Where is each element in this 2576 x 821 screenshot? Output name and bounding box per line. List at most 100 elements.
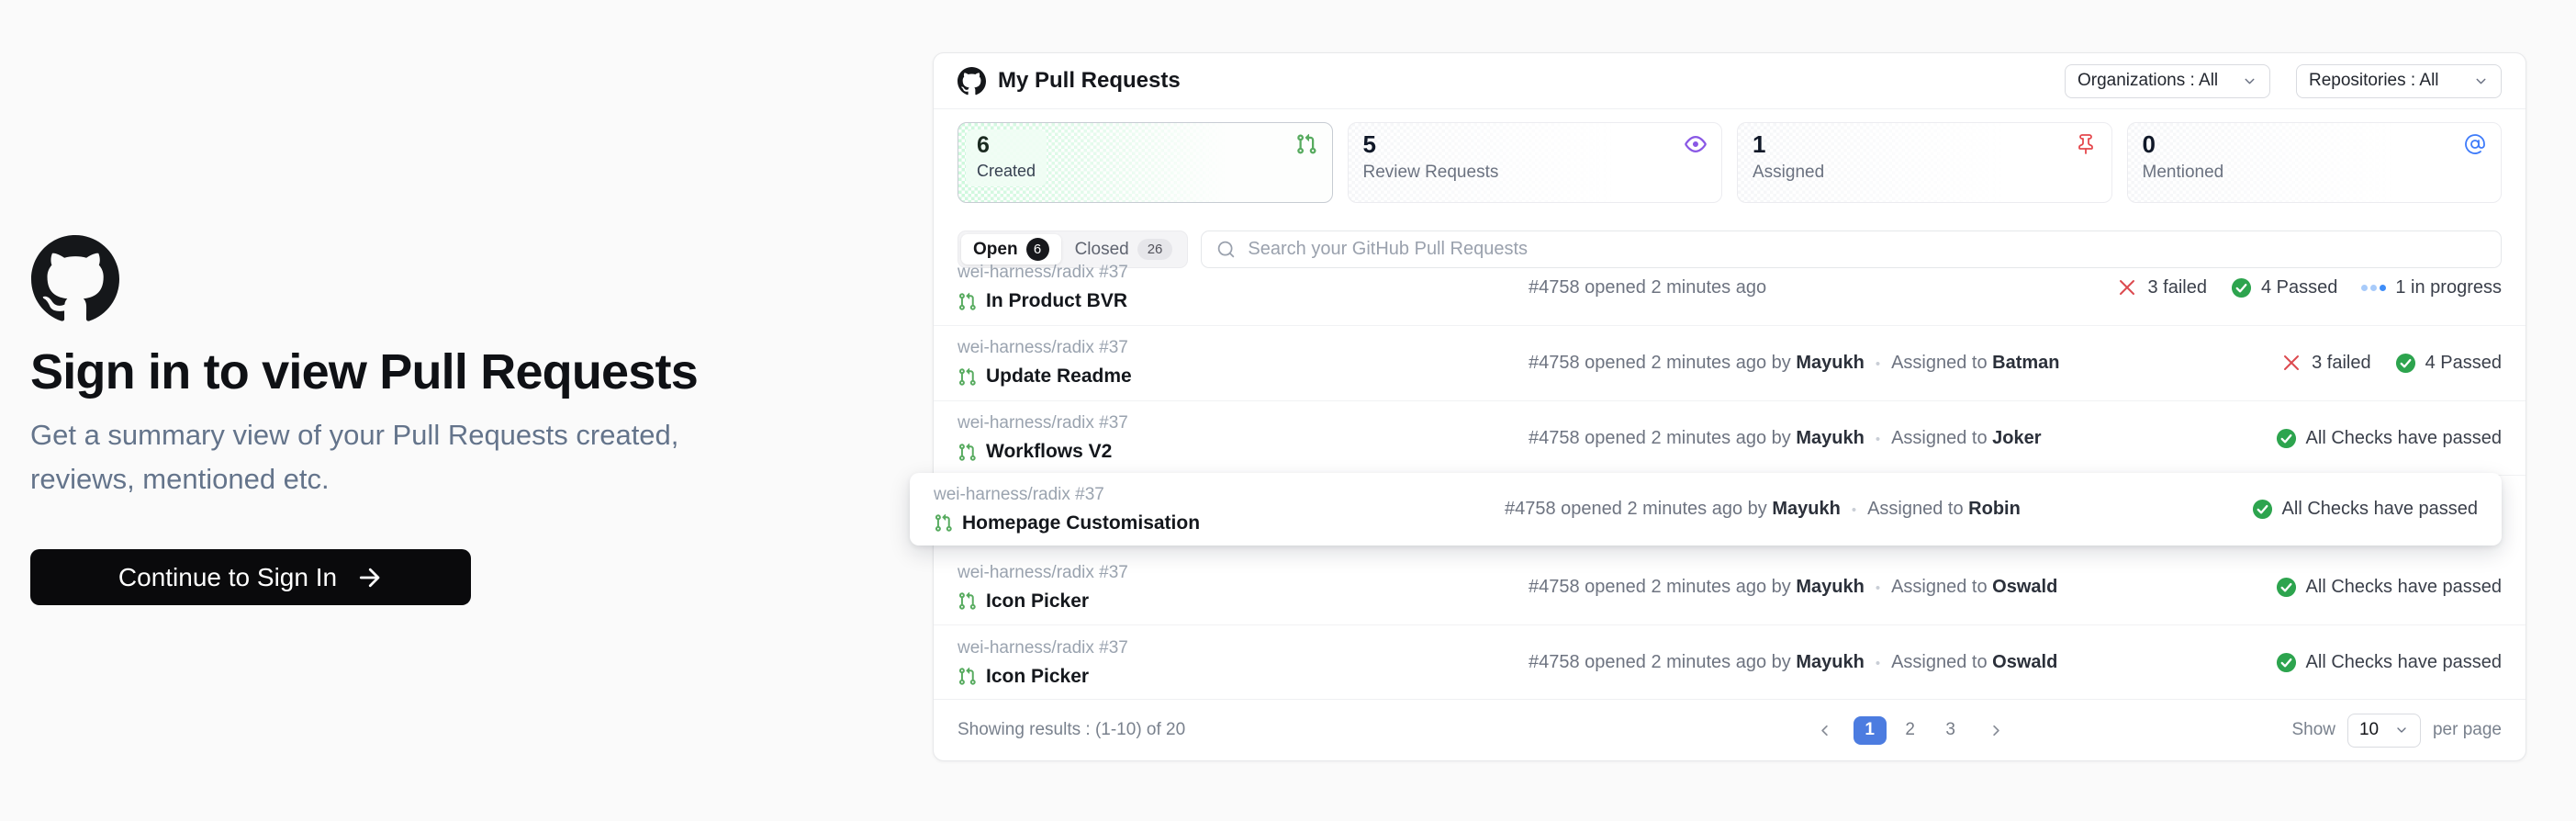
meta-separator-dot: •	[1876, 356, 1880, 372]
pr-title: Icon Picker	[986, 590, 1089, 613]
check-label: All Checks have passed	[2282, 499, 2478, 520]
pr-assignee: Oswald	[1992, 577, 2057, 597]
check-circle-icon	[2276, 428, 2297, 449]
panel-header: My Pull Requests Organizations : All Rep…	[934, 53, 2526, 109]
pr-title: Workflows V2	[986, 441, 1112, 463]
repositories-filter-label: Repositories : All	[2309, 71, 2439, 91]
pull-request-icon	[1295, 133, 1317, 155]
pr-checks: All Checks have passed	[2252, 499, 2502, 520]
pull-request-icon	[958, 667, 977, 686]
pagination: 123	[1529, 716, 2291, 745]
pr-repo-name: wei-harness/radix #37	[958, 563, 1529, 583]
stat-card-assigned[interactable]: 1 Assigned	[1737, 122, 2112, 203]
chevron-down-icon	[2242, 73, 2257, 89]
pr-meta: #4758 opened 2 minutes ago by Mayukh•Ass…	[1529, 652, 2276, 673]
created-count: 6	[977, 133, 1036, 159]
pr-row[interactable]: wei-harness/radix #37 Icon Picker #4758 …	[934, 625, 2526, 700]
next-page-button[interactable]	[1988, 722, 2005, 739]
page-button-2[interactable]: 2	[1894, 716, 1927, 745]
stat-card-mentioned[interactable]: 0 Mentioned	[2127, 122, 2503, 203]
pr-row-left: wei-harness/radix #37 Update Readme	[934, 338, 1529, 388]
pr-author: Mayukh	[1796, 428, 1864, 448]
pr-row[interactable]: wei-harness/radix #37 In Product BVR #47…	[934, 251, 2526, 326]
app-root: { "signin": { "title": "Sign in to view …	[0, 0, 2576, 821]
pr-title: Update Readme	[986, 366, 1132, 388]
continue-signin-label: Continue to Sign In	[118, 563, 337, 592]
repositories-filter-dropdown[interactable]: Repositories : All	[2296, 64, 2502, 98]
meta-separator-dot: •	[1876, 580, 1880, 596]
stats-cards: 6 Created 5 Review Requests 1 Assigned 0…	[958, 122, 2502, 203]
pr-row[interactable]: wei-harness/radix #37 Update Readme #475…	[934, 326, 2526, 401]
pr-author: Mayukh	[1772, 499, 1840, 519]
mentioned-count: 0	[2143, 131, 2487, 158]
check-label: All Checks have passed	[2306, 577, 2502, 598]
signin-section: Sign in to view Pull Requests Get a summ…	[30, 235, 792, 605]
per-page-label: per page	[2433, 720, 2502, 740]
assigned-label: Assigned	[1753, 163, 2097, 183]
previous-page-button[interactable]	[1816, 722, 1833, 739]
pr-row-left: wei-harness/radix #37 Icon Picker	[934, 638, 1529, 688]
pr-title: In Product BVR	[986, 290, 1127, 312]
pr-row[interactable]: wei-harness/radix #37 Icon Picker #4758 …	[934, 550, 2526, 625]
chevron-down-icon	[2394, 723, 2409, 737]
per-page-dropdown[interactable]: 10	[2347, 714, 2421, 748]
pr-checks: All Checks have passed	[2276, 577, 2526, 598]
per-page-controls: Show 10 per page	[2291, 714, 2526, 748]
check-label: 3 failed	[2147, 277, 2207, 298]
passed-check-status: 4 Passed	[2231, 277, 2337, 298]
check-label: 4 Passed	[2261, 277, 2337, 298]
pull-request-icon	[934, 513, 953, 533]
meta-separator-dot: •	[1876, 656, 1880, 671]
passed-check-status: 4 Passed	[2395, 353, 2502, 374]
eye-icon	[1685, 133, 1707, 155]
pr-repo-name: wei-harness/radix #37	[958, 638, 1529, 658]
page-button-3[interactable]: 3	[1934, 716, 1967, 745]
github-logo-icon	[30, 235, 120, 323]
stat-card-review-requests[interactable]: 5 Review Requests	[1348, 122, 1723, 203]
pr-meta: #4758 opened 2 minutes ago by Mayukh•Ass…	[1529, 577, 2276, 598]
pin-icon	[2075, 133, 2097, 155]
pull-request-icon	[958, 367, 977, 387]
pr-row-left: wei-harness/radix #37 Workflows V2	[934, 413, 1529, 463]
pr-repo-name: wei-harness/radix #37	[958, 413, 1529, 433]
passed-check-status: All Checks have passed	[2252, 499, 2478, 520]
pr-checks: 3 failed 4 Passed	[2280, 352, 2526, 374]
check-circle-icon	[2276, 652, 2297, 673]
pr-row[interactable]: wei-harness/radix #37 Homepage Customisa…	[934, 476, 2526, 550]
pr-assignee: Oswald	[1992, 652, 2057, 672]
assigned-count: 1	[1753, 131, 2097, 158]
pr-row[interactable]: wei-harness/radix #37 Workflows V2 #4758…	[934, 401, 2526, 477]
mentioned-label: Mentioned	[2143, 163, 2487, 183]
pr-row-left: wei-harness/radix #37 Icon Picker	[934, 563, 1529, 613]
check-label: All Checks have passed	[2306, 652, 2502, 673]
pull-requests-panel: My Pull Requests Organizations : All Rep…	[933, 52, 2526, 761]
pull-request-icon	[958, 591, 977, 611]
pr-author: Mayukh	[1796, 353, 1864, 373]
pr-repo-name: wei-harness/radix #37	[934, 485, 1505, 505]
pr-title: Icon Picker	[986, 666, 1089, 688]
pr-meta: #4758 opened 2 minutes ago by Mayukh•Ass…	[1529, 353, 2280, 374]
pr-assignee: Batman	[1992, 353, 2059, 373]
created-stat-chip: 6 Created	[966, 129, 1047, 186]
pr-meta: #4758 opened 2 minutes ago by Mayukh•Ass…	[1505, 499, 2252, 520]
github-logo-icon	[958, 67, 986, 96]
pr-repo-name: wei-harness/radix #37	[958, 263, 1529, 283]
progress-check-status: 1 in progress	[2361, 277, 2502, 298]
review-requests-label: Review Requests	[1363, 163, 1708, 183]
passed-check-status: All Checks have passed	[2276, 652, 2502, 673]
meta-separator-dot: •	[1852, 502, 1856, 518]
chevron-down-icon	[2473, 73, 2489, 89]
check-label: 4 Passed	[2425, 353, 2502, 374]
failed-check-status: 3 failed	[2280, 352, 2371, 374]
per-page-value: 10	[2359, 720, 2379, 740]
signin-title: Sign in to view Pull Requests	[30, 343, 792, 400]
results-summary: Showing results : (1-10) of 20	[934, 720, 1529, 740]
review-requests-count: 5	[1363, 131, 1708, 158]
stat-card-created[interactable]: 6 Created	[958, 122, 1333, 203]
arrow-right-icon	[355, 564, 383, 591]
organizations-filter-dropdown[interactable]: Organizations : All	[2065, 64, 2270, 98]
page-button-1[interactable]: 1	[1854, 716, 1887, 745]
pr-author: Mayukh	[1796, 652, 1864, 672]
continue-signin-button[interactable]: Continue to Sign In	[30, 549, 471, 605]
panel-footer: Showing results : (1-10) of 20 123 Show …	[934, 699, 2526, 760]
